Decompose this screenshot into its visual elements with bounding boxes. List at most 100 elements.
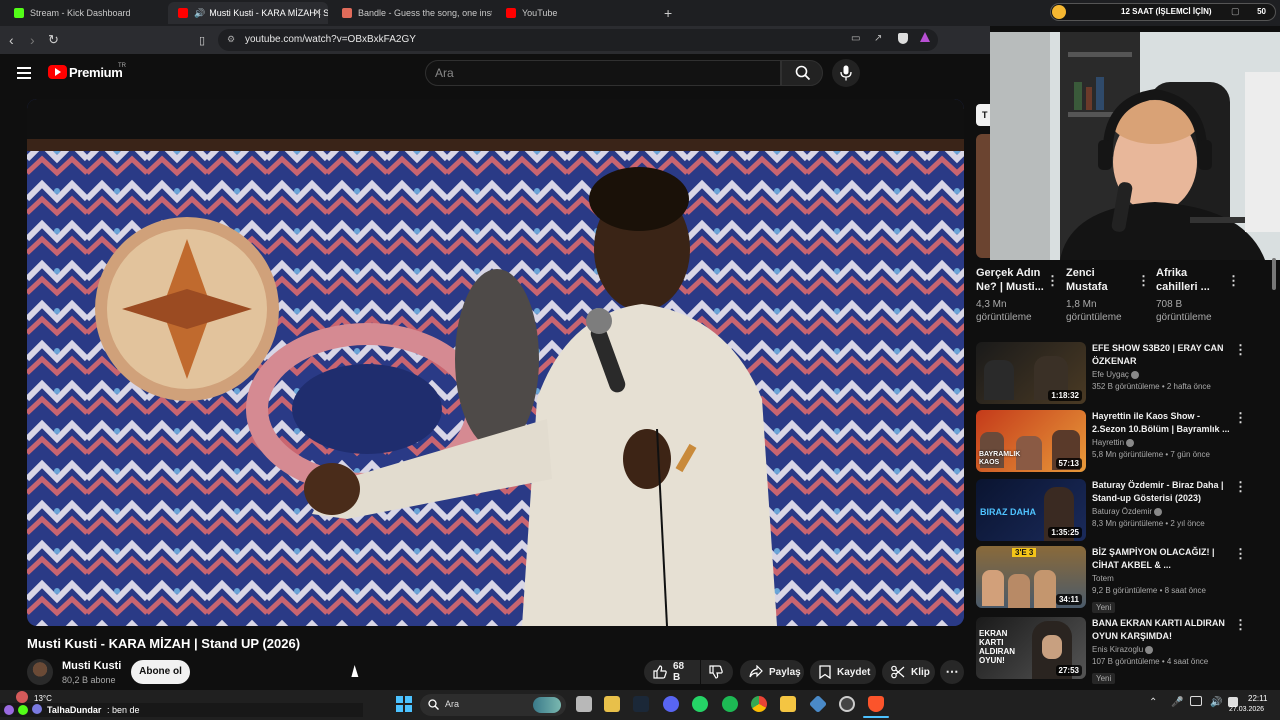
coin-icon <box>1052 5 1066 19</box>
tab-bandle[interactable]: Bandle - Guess the song, one instrum <box>332 2 492 24</box>
microphone-tray-icon[interactable]: 🎤 <box>1171 697 1183 708</box>
scissors-icon <box>891 665 905 679</box>
url-text: youtube.com/watch?v=OBxBxkFA2GY <box>245 34 416 45</box>
recommendation-channel[interactable]: Enis Kirazoglu <box>1092 645 1143 654</box>
subscribe-button[interactable]: Abone ol <box>131 660 190 684</box>
chrome-icon[interactable] <box>751 696 767 712</box>
video-thumbnail[interactable]: BAYRAMLIK KAOS 57:13 <box>976 410 1086 472</box>
recommendation-meta: 352 B görüntüleme • 2 hafta önce <box>1092 382 1211 391</box>
webcam-overlay <box>990 32 1280 260</box>
brave-rewards-icon[interactable] <box>920 32 930 42</box>
clock-date[interactable]: 27.03.2026 <box>1229 706 1264 713</box>
video-player[interactable] <box>27 99 964 626</box>
video-thumbnail[interactable]: EKRAN KARTI ALDIRAN OYUN! 27:53 <box>976 617 1086 679</box>
video-thumbnail[interactable]: BIRAZ DAHA 1:35:25 <box>976 479 1086 541</box>
recommendation-item[interactable]: BIRAZ DAHA 1:35:25 Baturay Özdemir - Bir… <box>976 479 1266 543</box>
brave-browser-icon[interactable] <box>868 696 884 712</box>
recommendation-channel[interactable]: Baturay Özdemir <box>1092 507 1152 516</box>
obs-icon[interactable] <box>839 696 855 712</box>
like-button[interactable]: 68 B <box>644 660 700 684</box>
short-views: 4,3 Mn <box>976 299 1007 310</box>
voice-search-button[interactable] <box>832 59 860 87</box>
recommendation-meta: 107 B görüntüleme • 4 saat önce <box>1092 657 1209 666</box>
recommendation-channel[interactable]: Efe Uygaç <box>1092 370 1129 379</box>
sidebar-scrollbar[interactable] <box>1272 258 1276 290</box>
chat-badge-icon <box>32 704 42 714</box>
close-icon[interactable]: ✕ <box>313 6 322 19</box>
bookmark-icon[interactable]: ▯ <box>199 33 205 49</box>
discord-icon[interactable] <box>663 696 679 712</box>
bandle-favicon-icon <box>342 8 352 18</box>
cpu-icon: ▢ <box>1231 6 1240 16</box>
clock-time[interactable]: 22:11 <box>1248 694 1267 703</box>
tab-musti-kusti[interactable]: 🔊 Musti Kusti - KARA MİZAH | S ✕ <box>168 2 328 24</box>
share-button[interactable]: Paylaş <box>740 660 804 684</box>
taskbar-search[interactable]: Ara <box>420 694 566 716</box>
share-icon[interactable]: ↗ <box>874 33 882 44</box>
save-button[interactable]: Kaydet <box>810 660 876 684</box>
speaker-icon[interactable]: 🔊 <box>1210 697 1222 708</box>
thumbs-down-icon <box>709 665 723 679</box>
more-vertical-icon[interactable]: ⋮ <box>1234 617 1247 633</box>
display-icon[interactable] <box>1190 696 1202 706</box>
more-vertical-icon[interactable]: ⋮ <box>1234 546 1247 562</box>
windows-start-icon[interactable] <box>396 696 412 712</box>
new-badge: Yeni <box>1092 602 1116 613</box>
recommendation-item[interactable]: EKRAN KARTI ALDIRAN OYUN! 27:53 BANA EKR… <box>976 617 1266 687</box>
channel-avatar[interactable] <box>27 659 53 685</box>
recommendation-channel[interactable]: Hayrettin <box>1092 438 1124 447</box>
whatsapp-icon[interactable] <box>692 696 708 712</box>
recommendation-title[interactable]: BİZ ŞAMPİYON OLACAĞIZ! | CİHAT AKBEL & .… <box>1092 546 1232 572</box>
recommendation-item[interactable]: BAYRAMLIK KAOS 57:13 Hayrettin ile Kaos … <box>976 410 1266 474</box>
recommendation-title[interactable]: BANA EKRAN KARTI ALDIRAN OYUN KARŞIMDA! <box>1092 617 1232 643</box>
recommendation-title[interactable]: EFE SHOW S3B20 | ERAY CAN ÖZKENAR <box>1092 342 1232 368</box>
youtube-logo-icon[interactable] <box>48 65 67 79</box>
youtube-header: Premium TR Ara <box>0 54 990 94</box>
channel-name[interactable]: Musti Kusti <box>62 660 121 672</box>
steam-icon[interactable] <box>633 696 649 712</box>
filter-chip[interactable]: T <box>976 104 990 126</box>
address-bar[interactable]: ⚙ youtube.com/watch?v=OBxBxkFA2GY ▭ ↗ <box>218 29 938 51</box>
more-vertical-icon[interactable]: ⋮ <box>1234 410 1247 426</box>
folder-icon[interactable] <box>780 696 796 712</box>
youtube-favicon-icon <box>178 8 188 18</box>
new-tab-icon[interactable]: + <box>664 5 672 21</box>
recommendation-title[interactable]: Baturay Özdemir - Biraz Daha | Stand-up … <box>1092 479 1232 505</box>
more-vertical-icon[interactable]: ⋮ <box>1046 273 1059 289</box>
spotify-icon[interactable] <box>722 696 738 712</box>
chevron-up-icon[interactable]: ⌃ <box>1149 697 1157 708</box>
more-actions-button[interactable]: ⋯ <box>940 660 964 684</box>
forward-icon[interactable]: › <box>30 32 35 48</box>
premium-logo-text[interactable]: Premium <box>69 65 123 80</box>
tab-youtube[interactable]: YouTube <box>496 2 656 24</box>
cast-icon[interactable]: ▭ <box>851 33 860 44</box>
reload-icon[interactable]: ↻ <box>48 32 59 48</box>
video-thumbnail[interactable]: 3'E 3 34:11 <box>976 546 1086 608</box>
video-frame <box>27 99 964 626</box>
duration-badge: 57:13 <box>1055 458 1082 469</box>
video-thumbnail[interactable]: 1:18:32 <box>976 342 1086 404</box>
more-vertical-icon[interactable]: ⋮ <box>1137 273 1150 289</box>
short-views: görüntüleme <box>1156 312 1212 323</box>
tab-kick-dashboard[interactable]: Stream - Kick Dashboard <box>4 2 166 24</box>
recommendation-item[interactable]: 1:18:32 EFE SHOW S3B20 | ERAY CAN ÖZKENA… <box>976 342 1266 406</box>
menu-icon[interactable] <box>17 67 31 79</box>
site-info-icon[interactable]: ⚙ <box>227 34 235 45</box>
back-icon[interactable]: ‹ <box>9 32 14 48</box>
more-vertical-icon[interactable]: ⋮ <box>1234 342 1247 358</box>
weather-temp[interactable]: 13°C <box>34 694 52 703</box>
recommendation-channel[interactable]: Totem <box>1092 574 1114 583</box>
dislike-button[interactable] <box>701 660 733 684</box>
file-explorer-icon[interactable] <box>604 696 620 712</box>
shorts-thumbnail[interactable] <box>976 134 990 258</box>
clip-button[interactable]: Klip <box>882 660 935 684</box>
search-icon <box>795 65 811 81</box>
search-button[interactable] <box>781 60 823 86</box>
recommendation-title[interactable]: Hayrettin ile Kaos Show - 2.Sezon 10.Böl… <box>1092 410 1232 436</box>
task-view-icon[interactable] <box>576 696 592 712</box>
more-vertical-icon[interactable]: ⋮ <box>1227 273 1240 289</box>
more-vertical-icon[interactable]: ⋮ <box>1234 479 1247 495</box>
brave-shield-icon[interactable] <box>898 33 908 44</box>
recommendation-item[interactable]: 3'E 3 34:11 BİZ ŞAMPİYON OLACAĞIZ! | CİH… <box>976 546 1266 613</box>
search-input[interactable]: Ara <box>425 60 781 86</box>
